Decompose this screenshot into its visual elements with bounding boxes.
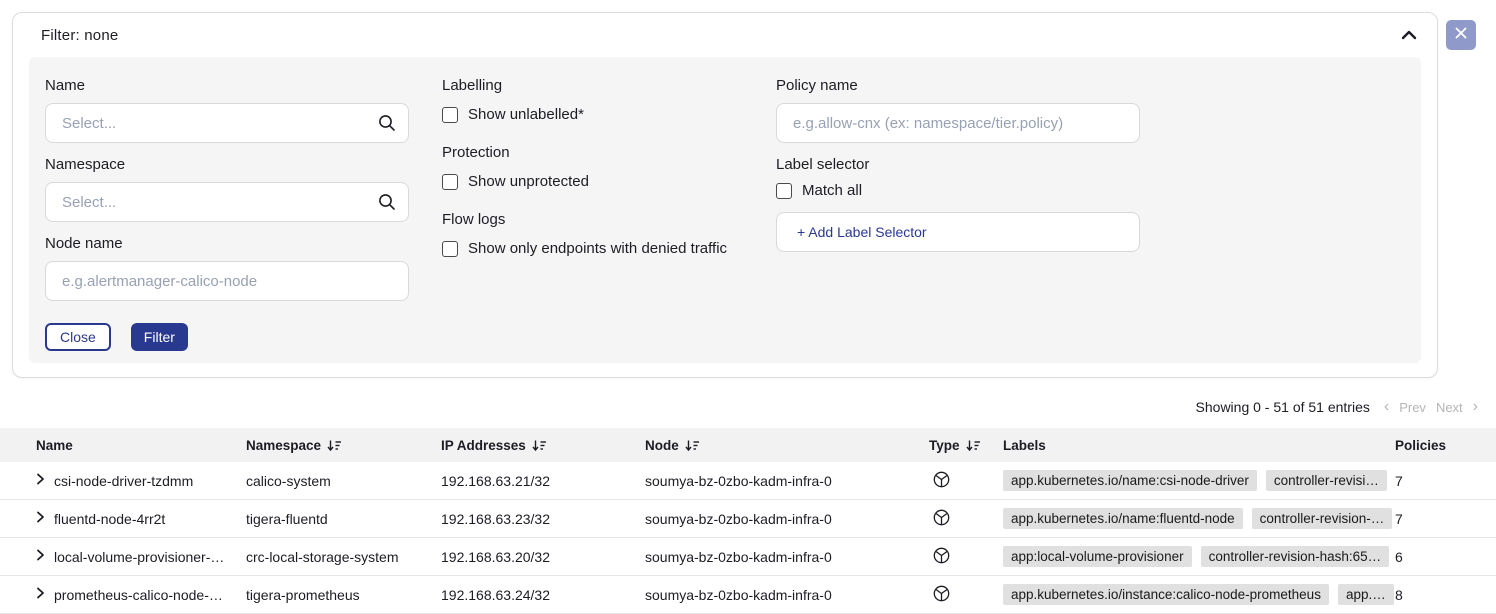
endpoint-name: csi-node-driver-tzdmm: [54, 473, 193, 489]
pod-icon: [929, 471, 1003, 491]
pod-icon: [929, 547, 1003, 567]
show-unlabelled-checkbox[interactable]: [442, 107, 458, 123]
table-header-row: Name Namespace IP Addresses Node Type: [0, 428, 1496, 462]
endpoint-node: soumya-bz-0zbo-kadm-infra-0: [645, 549, 929, 565]
label-selector-label: Label selector: [776, 156, 1140, 173]
node-name-input[interactable]: [45, 261, 409, 301]
chevron-right-icon: [36, 473, 45, 488]
table-row[interactable]: csi-node-driver-tzdmm calico-system 192.…: [0, 462, 1496, 500]
namespace-select-input[interactable]: [45, 182, 409, 222]
column-header-type[interactable]: Type: [929, 438, 1003, 453]
label-chip: app.kubernetes.io/name:csi-node-driver: [1003, 470, 1257, 491]
endpoint-namespace: tigera-fluentd: [246, 511, 441, 527]
chevron-right-icon: [36, 587, 45, 602]
labelling-group-label: Labelling: [442, 77, 772, 94]
name-field-label: Name: [45, 77, 409, 94]
column-header-policies: Policies: [1395, 438, 1496, 453]
column-header-ip-addresses[interactable]: IP Addresses: [441, 438, 645, 453]
endpoint-namespace: calico-system: [246, 473, 441, 489]
policies-count: 7: [1395, 473, 1496, 489]
show-unprotected-label: Show unprotected: [468, 173, 589, 190]
endpoint-name: fluentd-node-4rr2t: [54, 511, 165, 527]
prev-arrow-icon[interactable]: ‹: [1384, 399, 1389, 415]
label-chip: app:local-volume-provisioner: [1003, 546, 1192, 567]
endpoint-node: soumya-bz-0zbo-kadm-infra-0: [645, 473, 929, 489]
endpoint-ip: 192.168.63.21/32: [441, 473, 645, 489]
name-select-input[interactable]: [45, 103, 409, 143]
label-chip: app.…: [1338, 584, 1394, 605]
flow-logs-group-label: Flow logs: [442, 211, 772, 228]
endpoint-namespace: tigera-prometheus: [246, 587, 441, 603]
pagination-bar: Showing 0 - 51 of 51 entries ‹ Prev Next…: [1196, 396, 1478, 418]
filter-panel-header: Filter: none: [13, 13, 1437, 57]
panel-close-button[interactable]: [1446, 20, 1476, 50]
policies-count: 6: [1395, 549, 1496, 565]
label-chip: controller-revisi…: [1266, 470, 1387, 491]
match-all-checkbox[interactable]: [776, 183, 792, 199]
namespace-field-label: Namespace: [45, 156, 409, 173]
label-chip: controller-revision-…: [1252, 508, 1393, 529]
table-row[interactable]: local-volume-provisioner-… crc-local-sto…: [0, 538, 1496, 576]
protection-group-label: Protection: [442, 144, 772, 161]
column-header-node[interactable]: Node: [645, 438, 929, 453]
row-expander-button[interactable]: [36, 511, 45, 526]
endpoint-name: prometheus-calico-node-…: [54, 587, 223, 603]
chevron-right-icon: [36, 549, 45, 564]
sort-icon: [685, 439, 700, 452]
node-name-field-label: Node name: [45, 235, 409, 252]
add-label-selector-button[interactable]: + Add Label Selector: [776, 212, 1140, 252]
endpoint-namespace: crc-local-storage-system: [246, 549, 441, 565]
policy-name-field-label: Policy name: [776, 77, 1140, 94]
close-icon: [1455, 20, 1467, 50]
policies-count: 7: [1395, 511, 1496, 527]
column-header-namespace[interactable]: Namespace: [246, 438, 441, 453]
endpoints-table: Name Namespace IP Addresses Node Type: [0, 428, 1496, 614]
denied-traffic-label: Show only endpoints with denied traffic: [468, 240, 727, 257]
match-all-label: Match all: [802, 182, 862, 199]
sort-icon: [327, 439, 342, 452]
pod-icon: [929, 585, 1003, 605]
show-unlabelled-label: Show unlabelled*: [468, 106, 584, 123]
filter-column-middle: Labelling Show unlabelled* Protection Sh…: [442, 77, 772, 278]
row-expander-button[interactable]: [36, 473, 45, 488]
sort-icon: [532, 439, 547, 452]
collapse-panel-button[interactable]: [1401, 28, 1417, 43]
endpoint-name: local-volume-provisioner-…: [54, 549, 224, 565]
denied-traffic-checkbox[interactable]: [442, 241, 458, 257]
policy-name-input[interactable]: [776, 103, 1140, 143]
table-row[interactable]: prometheus-calico-node-… tigera-promethe…: [0, 576, 1496, 614]
chevron-up-icon: [1401, 28, 1417, 43]
row-expander-button[interactable]: [36, 587, 45, 602]
row-expander-button[interactable]: [36, 549, 45, 564]
column-header-name: Name: [36, 438, 246, 453]
endpoint-node: soumya-bz-0zbo-kadm-infra-0: [645, 511, 929, 527]
endpoint-ip: 192.168.63.24/32: [441, 587, 645, 603]
sort-icon: [966, 439, 981, 452]
endpoint-ip: 192.168.63.23/32: [441, 511, 645, 527]
filter-column-left: Name Namespace Node name Close Filt: [45, 77, 409, 351]
next-arrow-icon[interactable]: ›: [1473, 399, 1478, 415]
chevron-right-icon: [36, 511, 45, 526]
label-chip: app.kubernetes.io/instance:calico-node-p…: [1003, 584, 1329, 605]
filter-title: Filter: none: [41, 27, 118, 44]
show-unprotected-checkbox[interactable]: [442, 174, 458, 190]
prev-button[interactable]: Prev: [1399, 400, 1426, 415]
next-button[interactable]: Next: [1436, 400, 1463, 415]
endpoint-ip: 192.168.63.20/32: [441, 549, 645, 565]
filter-button[interactable]: Filter: [131, 323, 188, 351]
entries-summary: Showing 0 - 51 of 51 entries: [1196, 399, 1370, 415]
filter-body: Name Namespace Node name Close Filt: [29, 57, 1421, 363]
filter-panel: Filter: none Name Namespace: [12, 12, 1438, 378]
pod-icon: [929, 509, 1003, 529]
close-button[interactable]: Close: [45, 323, 111, 351]
filter-column-right: Policy name Label selector Match all + A…: [776, 77, 1140, 252]
table-row[interactable]: fluentd-node-4rr2t tigera-fluentd 192.16…: [0, 500, 1496, 538]
column-header-labels: Labels: [1003, 438, 1395, 453]
endpoint-node: soumya-bz-0zbo-kadm-infra-0: [645, 587, 929, 603]
label-chip: app.kubernetes.io/name:fluentd-node: [1003, 508, 1243, 529]
policies-count: 8: [1395, 587, 1496, 603]
label-chip: controller-revision-hash:65…: [1201, 546, 1390, 567]
